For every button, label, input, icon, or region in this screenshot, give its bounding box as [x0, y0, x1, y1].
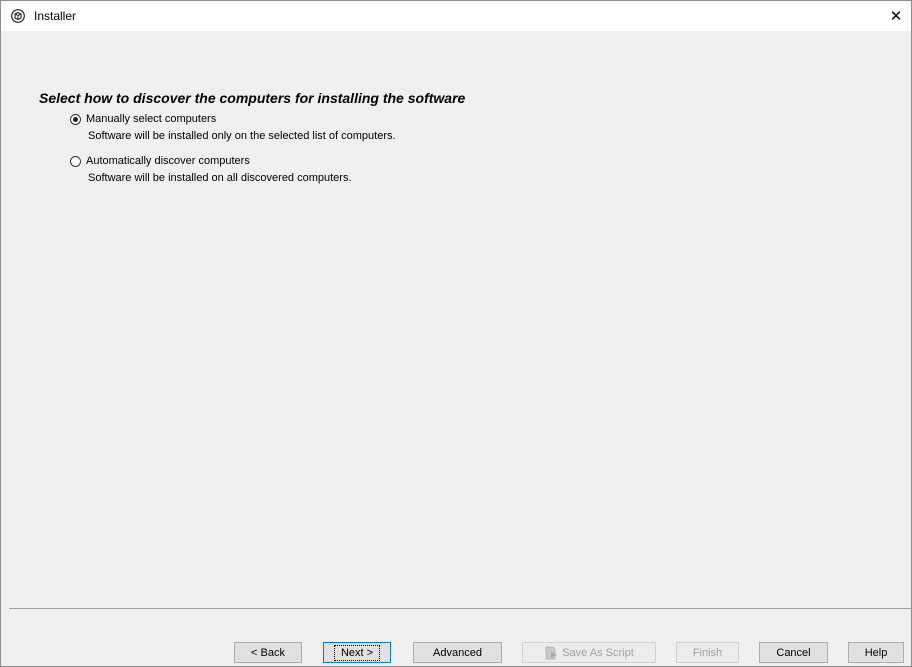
page-heading: Select how to discover the computers for…: [39, 90, 466, 106]
close-icon: ✕: [889, 7, 903, 25]
save-as-script-button[interactable]: Save As Script: [522, 642, 656, 663]
button-bar: < Back Next > Advanced Save As Script Fi…: [1, 609, 911, 666]
advanced-button[interactable]: Advanced: [413, 642, 502, 663]
advanced-button-label: Advanced: [433, 646, 482, 659]
finish-button[interactable]: Finish: [676, 642, 739, 663]
cancel-button-label: Cancel: [776, 646, 811, 659]
close-button[interactable]: ✕: [881, 1, 911, 31]
finish-button-label: Finish: [692, 646, 723, 659]
auto-discover-radio-row[interactable]: Automatically discover computers: [70, 153, 352, 169]
window-title: Installer: [34, 9, 77, 23]
next-button[interactable]: Next >: [323, 642, 391, 663]
wizard-panel: Select how to discover the computers for…: [9, 53, 911, 609]
manual-select-radio-row[interactable]: Manually select computers: [70, 111, 396, 127]
next-button-label: Next >: [333, 644, 381, 661]
manual-select-description: Software will be installed only on the s…: [88, 130, 396, 142]
manual-select-radio[interactable]: [70, 113, 81, 125]
help-button[interactable]: Help: [848, 642, 904, 663]
manual-select-label[interactable]: Manually select computers: [86, 113, 216, 125]
cancel-button[interactable]: Cancel: [759, 642, 828, 663]
installer-app-icon: [11, 9, 25, 23]
save-as-script-label: Save As Script: [562, 646, 634, 659]
script-icon: [545, 646, 558, 659]
back-button-label: < Back: [251, 646, 285, 659]
auto-discover-radio[interactable]: [70, 155, 81, 167]
back-button[interactable]: < Back: [234, 642, 302, 663]
title-bar: Installer ✕: [1, 1, 911, 31]
auto-discover-description: Software will be installed on all discov…: [88, 172, 352, 184]
option-manual: Manually select computers Software will …: [70, 111, 396, 142]
wizard-body: Select how to discover the computers for…: [1, 31, 911, 609]
installer-window: Installer ✕ Select how to discover the c…: [0, 0, 912, 667]
option-automatic: Automatically discover computers Softwar…: [70, 153, 352, 184]
help-button-label: Help: [864, 646, 888, 659]
auto-discover-label[interactable]: Automatically discover computers: [86, 155, 250, 167]
